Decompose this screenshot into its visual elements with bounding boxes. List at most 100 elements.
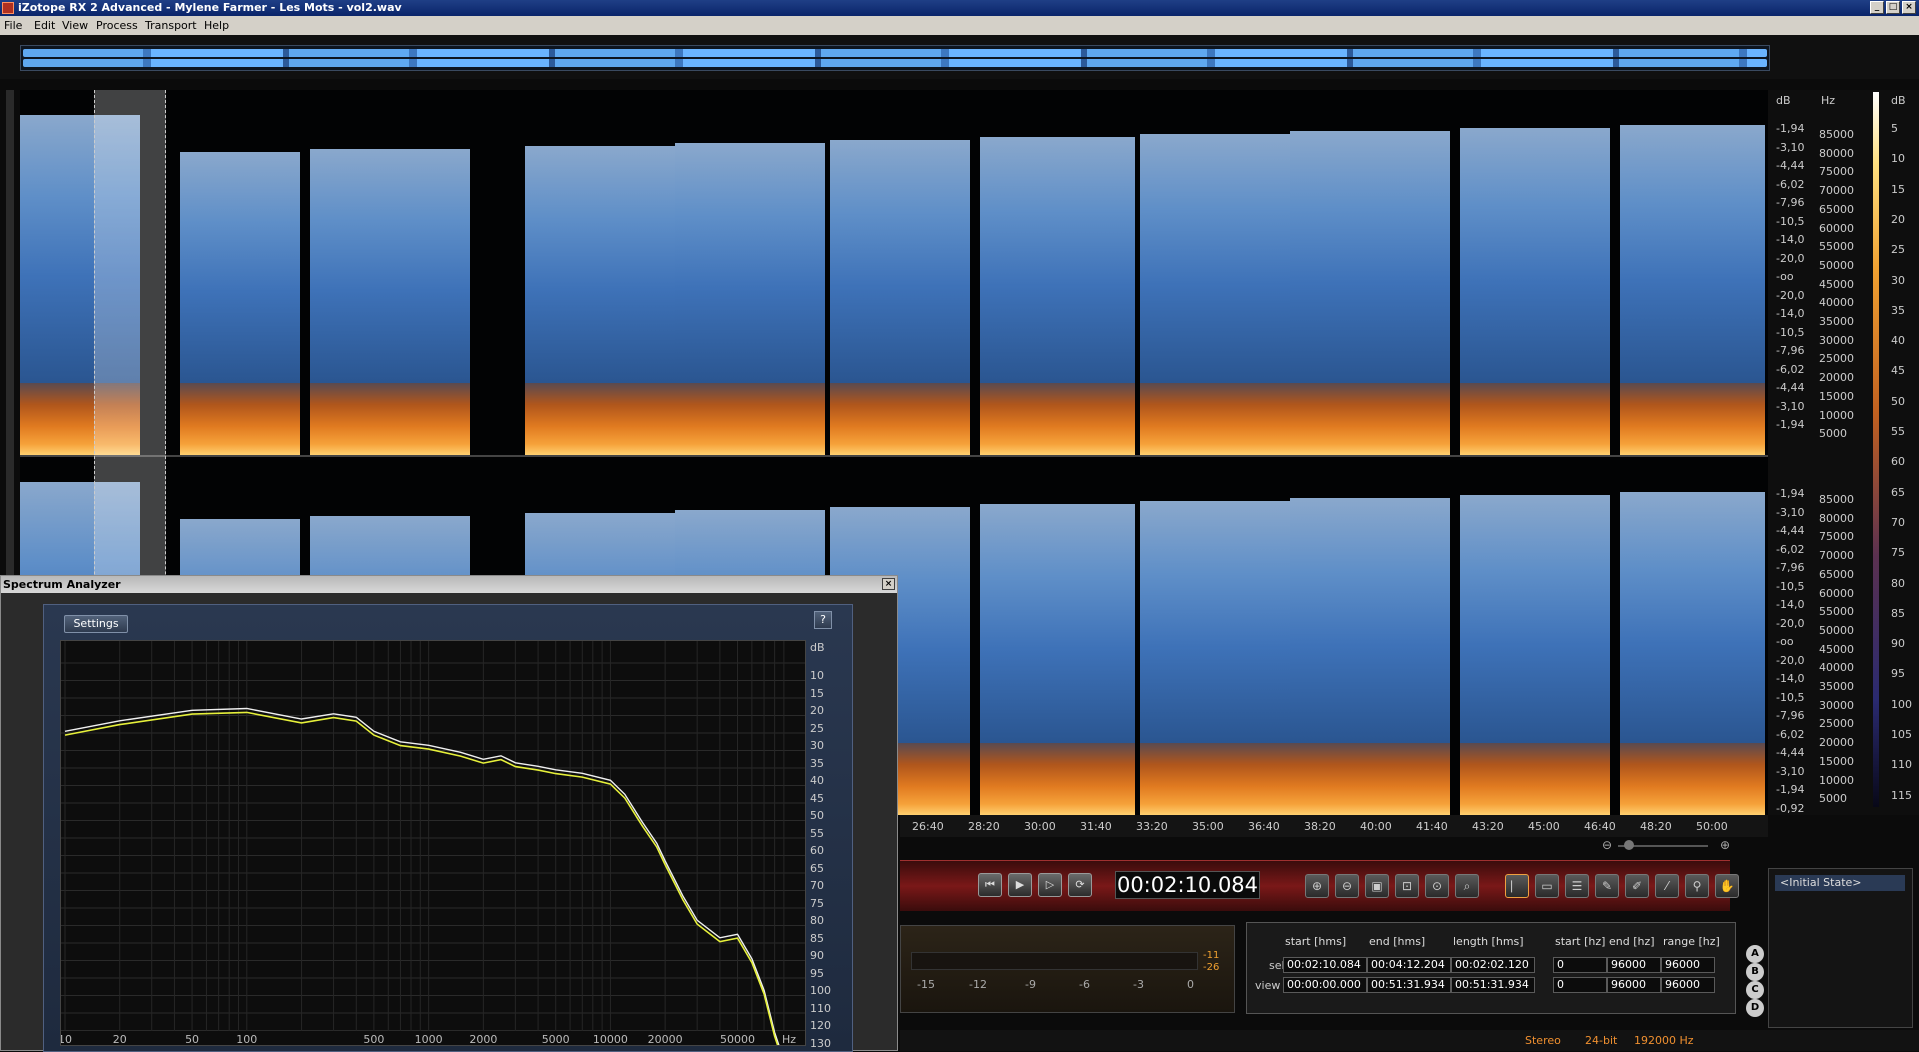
zoom-selection-icon[interactable]: ▣ — [1365, 874, 1389, 898]
spectrogram-channel-left[interactable] — [20, 90, 1768, 455]
waveform-overview[interactable] — [0, 35, 1919, 79]
view-start-field[interactable]: 00:00:00.000 — [1283, 977, 1367, 993]
snapshot-a-button[interactable]: A — [1746, 945, 1764, 963]
settings-button[interactable]: Settings — [64, 615, 128, 633]
meter-bar — [911, 952, 1198, 970]
analyzer-title-bar[interactable]: Spectrum Analyzer × — [1, 576, 897, 593]
menu-process[interactable]: Process — [96, 19, 138, 32]
analyzer-db-tick: 75 — [810, 896, 824, 910]
overview-strip[interactable] — [20, 45, 1770, 71]
analyzer-db-tick: 65 — [810, 861, 824, 875]
view-range-hz-field[interactable]: 96000 — [1661, 977, 1715, 993]
scale-tick: 35000 — [1819, 680, 1854, 693]
horizontal-zoom[interactable]: ⊖ ⊕ — [1600, 838, 1740, 854]
freq-tick: 500 — [363, 1033, 384, 1045]
spectral-segment — [980, 504, 1135, 815]
meter-tick: 0 — [1187, 978, 1194, 991]
rewind-button[interactable]: ⏮ — [978, 873, 1002, 897]
scale-tick: -14,0 — [1776, 307, 1805, 320]
sel-end-field[interactable]: 00:04:12.204 — [1367, 957, 1451, 973]
scale-tick: 70 — [1891, 515, 1905, 529]
transport-bar: ⏮ ▶ ▷ ⟳ 00:02:10.084 ⊕ ⊖ ▣ ⊡ ⊙ ⌕ ⎸ ▭ ☰ ✎… — [900, 860, 1739, 911]
analyzer-db-tick: 110 — [810, 1001, 831, 1015]
scale-tick: -3,10 — [1776, 764, 1805, 778]
lasso-tool-icon[interactable]: ✎ — [1595, 874, 1619, 898]
freq-tick: 10000 — [593, 1033, 628, 1045]
zoom-fit-icon[interactable]: ⊡ — [1395, 874, 1419, 898]
scale-tick: -4,44 — [1776, 381, 1805, 394]
view-start-hz-field[interactable]: 0 — [1553, 977, 1607, 993]
zoom-time-icon[interactable]: ⊙ — [1425, 874, 1449, 898]
time-tick: 31:40 — [1080, 820, 1112, 833]
scale-tick: -7,96 — [1776, 709, 1805, 722]
time-display: 00:02:10.084 — [1115, 871, 1260, 899]
zoom-in-icon[interactable]: ⊕ — [1720, 838, 1730, 852]
scale-tick: 80 — [1891, 576, 1905, 590]
time-tick: 33:20 — [1136, 820, 1168, 833]
view-length-field[interactable]: 00:51:31.934 — [1451, 977, 1535, 993]
rect-select-tool-icon[interactable]: ▭ — [1535, 874, 1559, 898]
zoom-out-icon[interactable]: ⊖ — [1602, 838, 1612, 852]
scale-tick: 110 — [1891, 758, 1912, 772]
close-button[interactable]: × — [1902, 1, 1916, 14]
scale-tick: -7,96 — [1776, 344, 1805, 357]
wand-tool-icon[interactable]: ⁄ — [1655, 874, 1679, 898]
maximize-button[interactable]: □ — [1886, 1, 1900, 14]
snapshot-d-button[interactable]: D — [1746, 999, 1764, 1017]
scale-tick: -4,44 — [1776, 746, 1805, 759]
scale-tick: 105 — [1891, 728, 1912, 741]
menu-transport[interactable]: Transport — [145, 19, 197, 32]
play-button[interactable]: ▶ — [1008, 873, 1032, 897]
time-select-tool-icon[interactable]: ⎸ — [1505, 874, 1529, 898]
menu-edit[interactable]: Edit — [34, 19, 55, 32]
snapshot-b-button[interactable]: B — [1746, 963, 1764, 981]
zoom-handle[interactable] — [1624, 840, 1634, 850]
spectrum-plot[interactable]: 10 20 50 100 500 1000 2000 5000 10000 20000 50000 H… — [60, 640, 806, 1046]
help-button[interactable]: ? — [814, 611, 832, 629]
analyzer-db-tick: 40 — [810, 774, 824, 787]
meter-tick: -15 — [917, 978, 935, 991]
minimize-button[interactable]: _ — [1870, 1, 1884, 14]
scale-tick: 80000 — [1819, 146, 1854, 160]
analyzer-close-icon[interactable]: × — [882, 578, 895, 590]
analyzer-db-tick: 30 — [810, 739, 824, 752]
analyzer-db-tick: 120 — [810, 1019, 831, 1032]
freq-tick: 5000 — [542, 1033, 570, 1045]
analyzer-db-tick: 95 — [810, 966, 824, 980]
analyzer-db-tick: 85 — [810, 931, 824, 945]
spectrum-plot-svg: 10 20 50 100 500 1000 2000 5000 10000 20000 50000 H… — [61, 641, 805, 1045]
loop-button[interactable]: ⟳ — [1068, 873, 1092, 897]
color-scale: dB 5 10 15 20 25 30 35 40 45 50 55 60 65 70 75 80 85 90 95… — [1873, 90, 1919, 815]
sel-range-hz-field[interactable]: 96000 — [1661, 957, 1715, 973]
meter-readout: -11 -26 — [1203, 950, 1219, 974]
scale-tick: 45 — [1891, 364, 1905, 378]
freq-select-tool-icon[interactable]: ☰ — [1565, 874, 1589, 898]
magnify-tool-icon[interactable]: ⚲ — [1685, 874, 1709, 898]
view-end-field[interactable]: 00:51:31.934 — [1367, 977, 1451, 993]
analyzer-db-tick: 15 — [810, 686, 824, 700]
zoom-out-tool-icon[interactable]: ⊖ — [1335, 874, 1359, 898]
scale-tick: -14,0 — [1776, 233, 1805, 246]
analyzer-db-tick: 45 — [810, 791, 824, 805]
scale-tick: 35000 — [1819, 315, 1854, 328]
view-end-hz-field[interactable]: 96000 — [1607, 977, 1661, 993]
zoom-in-tool-icon[interactable]: ⊕ — [1305, 874, 1329, 898]
menu-view[interactable]: View — [62, 19, 88, 32]
scale-tick: -0,92 — [1776, 801, 1805, 815]
brush-tool-icon[interactable]: ✐ — [1625, 874, 1649, 898]
analyzer-db-tick: 100 — [810, 984, 831, 997]
sel-length-field[interactable]: 00:02:02.120 — [1451, 957, 1535, 973]
scale-tick: 30000 — [1819, 333, 1854, 347]
sel-end-hz-field[interactable]: 96000 — [1607, 957, 1661, 973]
history-item[interactable]: <Initial State> — [1775, 875, 1905, 891]
snapshot-c-button[interactable]: C — [1746, 981, 1764, 999]
hand-tool-icon[interactable]: ✋ — [1715, 874, 1739, 898]
play-selection-button[interactable]: ▷ — [1038, 873, 1062, 897]
sel-start-field[interactable]: 00:02:10.084 — [1283, 957, 1367, 973]
zoom-freq-icon[interactable]: ⌕ — [1455, 874, 1479, 898]
menu-file[interactable]: File — [4, 19, 22, 32]
color-scale-unit: dB — [1891, 94, 1906, 107]
scale-tick: -6,02 — [1776, 727, 1805, 741]
sel-start-hz-field[interactable]: 0 — [1553, 957, 1607, 973]
menu-help[interactable]: Help — [204, 19, 229, 32]
